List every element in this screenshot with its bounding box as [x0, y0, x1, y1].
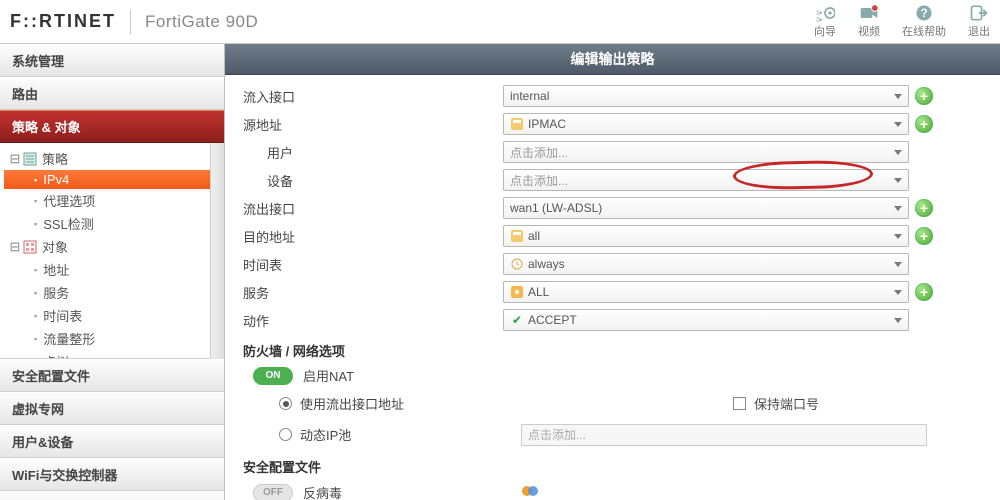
label-user: 用户	[243, 143, 503, 162]
logout-button[interactable]: 退出	[968, 3, 990, 39]
object-icon	[22, 240, 38, 254]
header-toolbar: 1▸2▸ 向导 视频 ? 在线帮助 退出	[814, 3, 990, 39]
logout-icon	[969, 3, 989, 23]
section-firewall-heading: 防火墙 / 网络选项	[243, 341, 982, 360]
sidebar-section-security-profiles[interactable]: 安全配置文件	[0, 359, 224, 392]
clock-icon	[510, 257, 524, 271]
svg-text:?: ?	[921, 7, 928, 20]
label-schedule: 时间表	[243, 255, 503, 274]
label-device: 设备	[243, 171, 503, 190]
dropdown-source-address[interactable]: IPMAC	[503, 113, 909, 135]
wizard-button[interactable]: 1▸2▸ 向导	[814, 3, 836, 39]
add-incoming-interface-button[interactable]: +	[915, 87, 933, 105]
service-icon	[510, 285, 524, 299]
accept-icon: ✔	[510, 313, 524, 327]
tree-group-objects[interactable]: ⊟ 对象	[4, 235, 210, 258]
tree-item-ssl-inspection[interactable]: SSL检测	[4, 212, 210, 235]
add-service-button[interactable]: +	[915, 283, 933, 301]
section-security-profile-heading: 安全配置文件	[243, 457, 982, 476]
dropdown-user[interactable]: 点击添加...	[503, 141, 909, 163]
sidebar-section-vpn[interactable]: 虚拟专网	[0, 392, 224, 425]
collapse-icon: ⊟	[8, 239, 22, 255]
tree-scrollbar[interactable]	[210, 143, 224, 359]
tree-item-address[interactable]: 地址	[4, 258, 210, 281]
content-panel: 编辑输出策略 流入接口 internal + 源地址 IPMAC +	[225, 44, 1000, 500]
policy-icon	[22, 152, 38, 166]
sidebar-tree: ⊟ 策略 IPv4 代理选项 SSL检测 ⊟ 对象 地址 服务 时间表	[0, 143, 210, 359]
dropdown-device[interactable]: 点击添加...	[503, 169, 909, 191]
tree-item-traffic-shaping[interactable]: 流量整形	[4, 327, 210, 350]
main-split: 系统管理 路由 策略 & 对象 ⊟ 策略 IPv4 代理选项 SSL检测 ⊟	[0, 44, 1000, 500]
tree-item-virtual-ip[interactable]: 虚拟IP	[4, 350, 210, 359]
label-service: 服务	[243, 283, 503, 302]
toggle-antivirus[interactable]: OFF	[253, 484, 293, 500]
label-enable-nat: 启用NAT	[303, 366, 354, 385]
video-button[interactable]: 视频	[858, 3, 880, 39]
svg-text:2▸: 2▸	[816, 16, 824, 23]
tree-item-service[interactable]: 服务	[4, 281, 210, 304]
dropdown-action[interactable]: ✔ ACCEPT	[503, 309, 909, 331]
dropdown-destination-address[interactable]: all	[503, 225, 909, 247]
dropdown-outgoing-interface[interactable]: wan1 (LW-ADSL)	[503, 197, 909, 219]
label-source-address: 源地址	[243, 115, 503, 134]
tree-item-ipv4[interactable]: IPv4	[4, 170, 210, 189]
input-ip-pool[interactable]: 点击添加...	[521, 424, 927, 446]
checkbox-preserve-port[interactable]	[733, 397, 746, 410]
label-antivirus: 反病毒	[303, 483, 342, 500]
help-button[interactable]: ? 在线帮助	[902, 3, 946, 39]
label-preserve-port: 保持端口号	[754, 394, 819, 413]
help-icon: ?	[914, 3, 934, 23]
sidebar-section-policy-objects[interactable]: 策略 & 对象	[0, 110, 224, 143]
top-header: F::RTINET FortiGate 90D 1▸2▸ 向导 视频 ? 在线帮…	[0, 0, 1000, 44]
device-model: FortiGate 90D	[145, 12, 258, 32]
add-destination-address-button[interactable]: +	[915, 227, 933, 245]
label-destination-address: 目的地址	[243, 227, 503, 246]
label-incoming-interface: 流入接口	[243, 87, 503, 106]
toggle-enable-nat[interactable]: ON	[253, 367, 293, 385]
tree-item-schedule[interactable]: 时间表	[4, 304, 210, 327]
wizard-icon: 1▸2▸	[815, 3, 835, 23]
dropdown-service[interactable]: ALL	[503, 281, 909, 303]
radio-dynamic-ip-pool[interactable]: 动态IP池	[243, 422, 521, 447]
collapse-icon: ⊟	[8, 151, 22, 167]
radio-icon	[279, 428, 292, 441]
label-outgoing-interface: 流出接口	[243, 199, 503, 218]
sidebar: 系统管理 路由 策略 & 对象 ⊟ 策略 IPv4 代理选项 SSL检测 ⊟	[0, 44, 225, 500]
tree-item-proxy-options[interactable]: 代理选项	[4, 189, 210, 212]
video-icon	[859, 3, 879, 23]
sidebar-section-user-device[interactable]: 用户&设备	[0, 425, 224, 458]
brand-logo: F::RTINET	[10, 11, 116, 32]
sidebar-section-wifi-switch[interactable]: WiFi与交换控制器	[0, 458, 224, 491]
address-icon	[510, 229, 524, 243]
tree-group-policy[interactable]: ⊟ 策略	[4, 147, 210, 170]
add-outgoing-interface-button[interactable]: +	[915, 199, 933, 217]
policy-form: 流入接口 internal + 源地址 IPMAC + 用户	[225, 75, 1000, 500]
sidebar-section-log-report[interactable]: 日志与报告	[0, 491, 224, 500]
dropdown-schedule[interactable]: always	[503, 253, 909, 275]
radio-use-outgoing-address[interactable]: 使用流出接口地址	[243, 391, 404, 416]
address-icon	[510, 117, 524, 131]
panel-title: 编辑输出策略	[225, 44, 1000, 75]
add-source-address-button[interactable]: +	[915, 115, 933, 133]
radio-icon	[279, 397, 292, 410]
antivirus-icon	[521, 482, 539, 500]
label-action: 动作	[243, 311, 503, 330]
sidebar-section-system[interactable]: 系统管理	[0, 44, 224, 77]
sidebar-section-routing[interactable]: 路由	[0, 77, 224, 110]
dropdown-incoming-interface[interactable]: internal	[503, 85, 909, 107]
